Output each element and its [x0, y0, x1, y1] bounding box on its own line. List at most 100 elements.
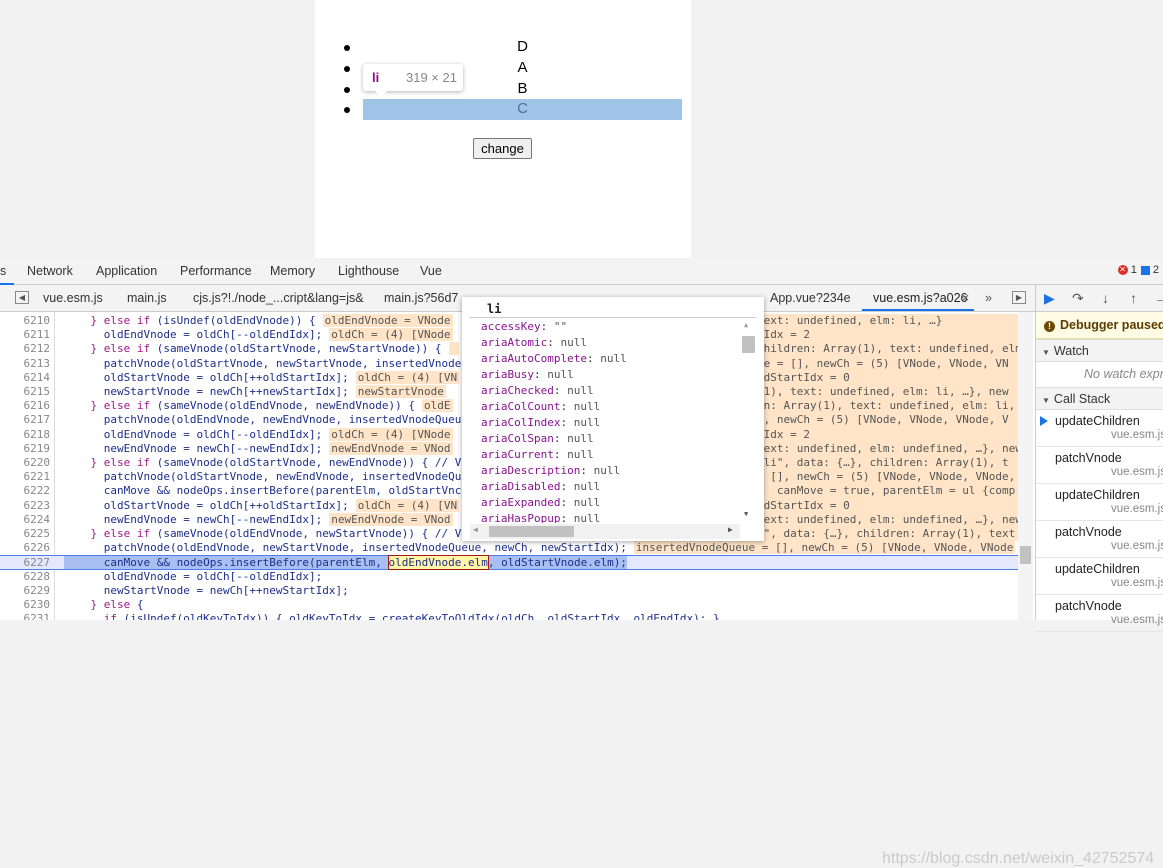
line-number[interactable]: 6226: [0, 541, 51, 555]
change-button[interactable]: change: [473, 138, 532, 159]
property-row[interactable]: ariaChecked: null: [470, 383, 740, 399]
line-number[interactable]: 6225: [0, 527, 51, 541]
line-number[interactable]: 6214: [0, 371, 51, 385]
scroll-down-icon[interactable]: ▼: [744, 510, 748, 518]
popover-horizontal-scrollbar[interactable]: ◀ ▶: [470, 524, 740, 539]
property-row[interactable]: ariaColIndex: null: [470, 415, 740, 431]
property-row[interactable]: ariaCurrent: null: [470, 447, 740, 463]
page-content: D A B C change: [315, 0, 691, 258]
scroll-right-icon[interactable]: ▶: [728, 525, 733, 534]
line-number[interactable]: 6227: [0, 556, 51, 570]
line-number[interactable]: 6212: [0, 342, 51, 356]
property-value: null: [600, 352, 627, 365]
frame-file[interactable]: vue.esm.js: [1111, 466, 1163, 478]
call-frame[interactable]: updateChildren vue.esm.js: [1036, 558, 1163, 595]
line-number[interactable]: 6221: [0, 470, 51, 484]
call-frame[interactable]: updateChildren vue.esm.js: [1036, 484, 1163, 521]
frame-file[interactable]: vue.esm.js: [1111, 614, 1163, 626]
code-text: newStartVnode = newCh[++newStartIdx];: [64, 584, 349, 598]
scrollbar-thumb[interactable]: [1020, 546, 1031, 564]
line-number[interactable]: 6229: [0, 584, 51, 598]
property-row[interactable]: ariaAutoComplete: null: [470, 351, 740, 367]
frame-file[interactable]: vue.esm.js: [1111, 540, 1163, 552]
line-number[interactable]: 6220: [0, 456, 51, 470]
inline-value: ldStartIdx = 0: [757, 498, 1018, 513]
property-row[interactable]: ariaBusy: null: [470, 367, 740, 383]
triangle-down-icon: ▼: [1042, 348, 1050, 357]
file-tab[interactable]: vue.esm.js: [43, 291, 103, 305]
step-over-icon[interactable]: ↷: [1072, 290, 1084, 307]
file-tab-active[interactable]: vue.esm.js?a026: [873, 291, 968, 305]
close-tab-icon[interactable]: ×: [962, 291, 969, 305]
property-row[interactable]: ariaAtomic: null: [470, 335, 740, 351]
editor-scrollbar[interactable]: [1018, 312, 1033, 620]
property-row[interactable]: ariaColSpan: null: [470, 431, 740, 447]
step-out-icon[interactable]: ↑: [1130, 290, 1137, 306]
tab-application[interactable]: Application: [96, 264, 157, 278]
property-row[interactable]: ariaDisabled: null: [470, 479, 740, 495]
call-frame[interactable]: patchVnode vue.esm.js: [1036, 521, 1163, 558]
property-row[interactable]: accessKey: "": [470, 319, 740, 335]
tab-vue[interactable]: Vue: [420, 264, 442, 278]
code-line[interactable]: 6228 oldEndVnode = oldCh[--oldEndIdx];: [0, 570, 1018, 584]
scroll-left-icon[interactable]: ◀: [473, 525, 478, 534]
file-tab[interactable]: cjs.js?!./node_...cript&lang=js&: [193, 291, 364, 305]
line-number[interactable]: 6230: [0, 598, 51, 612]
evaluated-expression[interactable]: oldEndVnode.elm: [387, 555, 489, 571]
line-number[interactable]: 6215: [0, 385, 51, 399]
line-number[interactable]: 6217: [0, 413, 51, 427]
call-frame[interactable]: updateChildren vue.esm.js: [1036, 410, 1163, 447]
scroll-up-icon[interactable]: ▲: [744, 321, 748, 329]
property-row[interactable]: ariaDescription: null: [470, 463, 740, 479]
tab-sources[interactable]: s: [0, 264, 6, 278]
call-frame[interactable]: patchVnode vue.esm.js: [1036, 447, 1163, 484]
line-number[interactable]: 6219: [0, 442, 51, 456]
step-icon[interactable]: →: [1154, 290, 1163, 306]
frame-file[interactable]: vue.esm.js: [1111, 577, 1163, 589]
popover-vertical-scrollbar[interactable]: ▲ ▼: [740, 319, 756, 523]
code-line[interactable]: 6230 } else {: [0, 598, 1018, 612]
toggle-navigator-icon[interactable]: ◀: [15, 291, 29, 304]
line-number[interactable]: 6213: [0, 357, 51, 371]
line-number[interactable]: 6216: [0, 399, 51, 413]
scrollbar-thumb[interactable]: [489, 526, 574, 537]
line-number[interactable]: 6231: [0, 612, 51, 620]
file-tab[interactable]: App.vue?234e: [770, 291, 851, 305]
line-number[interactable]: 6210: [0, 314, 51, 328]
frame-file[interactable]: vue.esm.js: [1111, 503, 1163, 515]
toggle-debugger-icon[interactable]: ▶: [1012, 291, 1026, 304]
code-line[interactable]: 6226 patchVnode(oldEndVnode, newStartVno…: [0, 541, 1018, 555]
resume-icon[interactable]: ▶: [1044, 290, 1055, 307]
line-number[interactable]: 6228: [0, 570, 51, 584]
property-value: null: [573, 496, 601, 509]
code-segment: newStartVnode = newCh[++newStartIdx];: [64, 583, 349, 597]
issues-counter[interactable]: ✕ 1 2: [1117, 264, 1159, 276]
frame-file[interactable]: vue.esm.js: [1111, 429, 1163, 441]
debugger-toolbar: ▶ ↷ ↓ ↑ →: [1036, 285, 1163, 312]
property-row[interactable]: ariaColCount: null: [470, 399, 740, 415]
tab-lighthouse[interactable]: Lighthouse: [338, 264, 399, 278]
line-number[interactable]: 6223: [0, 499, 51, 513]
scrollbar-thumb[interactable]: [742, 336, 755, 353]
code-text: if (isUndef(oldKeyToIdx)) { oldKeyToIdx …: [64, 612, 720, 620]
tab-network[interactable]: Network: [27, 264, 73, 278]
file-tab[interactable]: main.js: [127, 291, 167, 305]
current-line[interactable]: 6227 canMove && nodeOps.insertBefore(par…: [0, 555, 1018, 571]
property-row[interactable]: ariaExpanded: null: [470, 495, 740, 511]
line-number[interactable]: 6218: [0, 428, 51, 442]
property-row[interactable]: ariaHasPopup: null: [470, 511, 740, 523]
more-tabs-icon[interactable]: »: [985, 291, 992, 305]
tab-memory[interactable]: Memory: [270, 264, 315, 278]
tab-performance[interactable]: Performance: [180, 264, 252, 278]
line-number[interactable]: 6224: [0, 513, 51, 527]
line-number[interactable]: 6211: [0, 328, 51, 342]
call-stack-section-header[interactable]: ▼ Call Stack: [1036, 387, 1163, 410]
code-line[interactable]: 6229 newStartVnode = newCh[++newStartIdx…: [0, 584, 1018, 598]
step-into-icon[interactable]: ↓: [1102, 290, 1109, 306]
watch-section-header[interactable]: ▼ Watch: [1036, 339, 1163, 362]
file-tab[interactable]: main.js?56d7: [384, 291, 458, 305]
call-frame[interactable]: patchVnode vue.esm.js: [1036, 595, 1163, 632]
line-number[interactable]: 6222: [0, 484, 51, 498]
code-line[interactable]: 6231 if (isUndef(oldKeyToIdx)) { oldKeyT…: [0, 612, 1018, 620]
frame-function: patchVnode: [1055, 451, 1122, 465]
